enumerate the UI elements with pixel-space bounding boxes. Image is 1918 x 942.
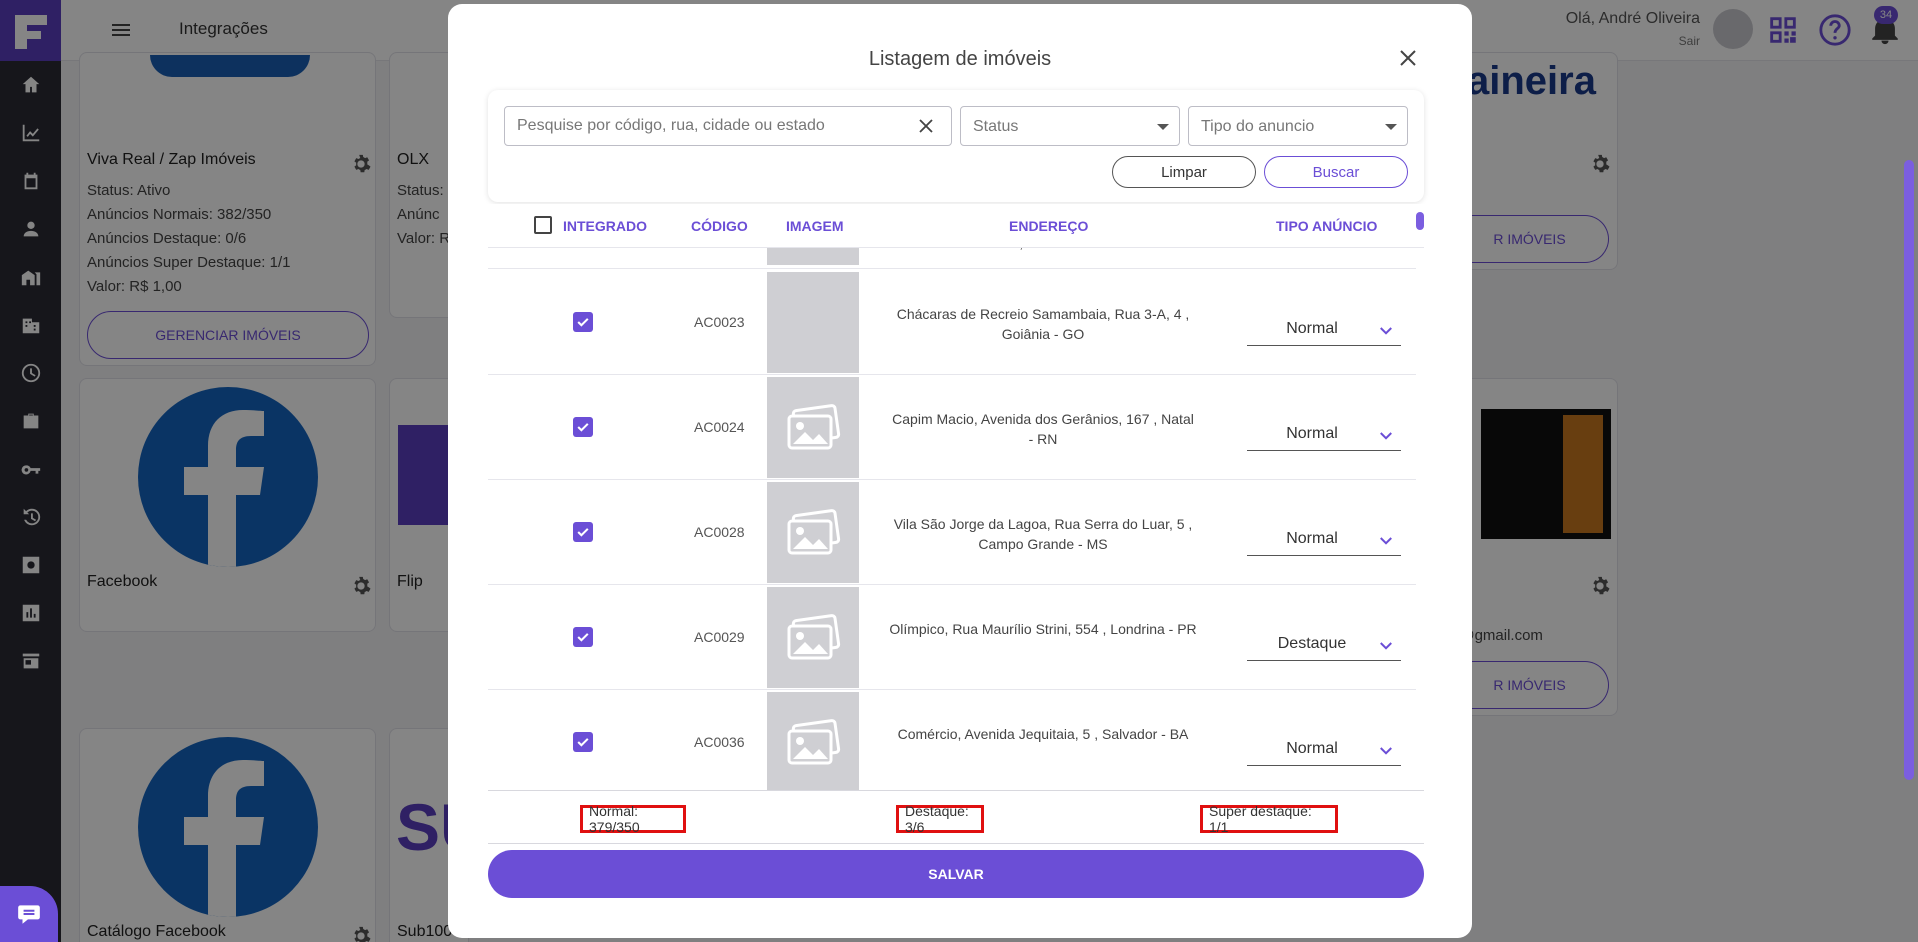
column-header-imagem[interactable]: IMAGEM [786,218,844,234]
chevron-down-icon [1380,327,1392,335]
table-scrollbar[interactable] [1416,212,1424,230]
property-table: INTEGRADO CÓDIGO IMAGEM ENDEREÇO TIPO AN… [488,204,1424,790]
integrated-checkbox[interactable] [573,732,593,752]
check-icon [577,738,589,747]
status-select-label: Status [973,118,1019,135]
check-icon [577,318,589,327]
ad-type-value: Normal [1286,740,1338,757]
search-field[interactable] [504,106,952,146]
ad-type-select[interactable]: Normal [1247,738,1401,766]
table-row: AC0029 Olímpico, Rua Maurílio Strini, 554… [488,585,1416,690]
clear-filters-button[interactable]: Limpar [1112,156,1256,188]
dropdown-caret-icon [1385,124,1397,130]
ad-type-value: Normal [1286,530,1338,547]
modal-title: Listagem de imóveis [868,48,1052,70]
property-image [767,692,859,790]
table-row: AC0028 Vila São Jorge da Lagoa, Rua Serra… [488,480,1416,585]
chat-button[interactable] [0,886,58,942]
property-address: Olímpico, Rua Maurílio Strini, 554 , Lon… [889,621,1197,637]
column-header-tipo-anuncio[interactable]: TIPO ANÚNCIO [1276,218,1377,234]
image-placeholder-icon [787,508,841,554]
property-code: AC0024 [694,419,745,435]
image-placeholder-icon [787,403,841,449]
check-icon [577,423,589,432]
ad-type-select[interactable]: Normal [1247,528,1401,556]
property-list-modal: Listagem de imóveis Status Tipo do anunc… [448,4,1472,938]
property-code: AC0036 [694,734,745,750]
super-destaque-quota: Super destaque: 1/1 [1200,803,1338,835]
ad-type-select[interactable]: Normal [1247,318,1401,346]
property-image [767,482,859,583]
ad-quota-summary: Normal: 379/350 Destaque: 3/6 Super dest… [488,790,1424,844]
table-row: AC0023 Chácaras de Recreio Samambaia, Rua… [488,270,1416,375]
property-address: Chácaras de Recreio Samambaia, Rua 3-A, … [896,306,1190,342]
check-icon [577,528,589,537]
property-address: Comércio, Avenida Jequitaia, 5 , Salvado… [897,726,1189,742]
ad-type-select[interactable]: Normal [1247,423,1401,451]
column-header-codigo[interactable]: CÓDIGO [691,218,748,234]
chevron-down-icon [1380,642,1392,650]
search-button[interactable]: Buscar [1264,156,1408,188]
image-placeholder-icon [787,613,841,659]
save-button[interactable]: SALVAR [488,850,1424,898]
property-code: AC0023 [694,314,745,330]
chevron-down-icon [1380,537,1392,545]
chevron-down-icon [1380,432,1392,440]
close-icon[interactable] [1396,46,1420,70]
integrated-checkbox[interactable] [573,417,593,437]
column-header-endereco[interactable]: ENDEREÇO [1009,218,1088,234]
status-select[interactable]: Status [960,106,1180,146]
search-input[interactable] [517,107,897,145]
check-icon [577,633,589,642]
ad-type-select[interactable]: Tipo do anuncio [1188,106,1408,146]
property-address: Vila São Jorge da Lagoa, Rua Serra do Lu… [893,516,1193,552]
column-header-integrado[interactable]: INTEGRADO [563,218,647,234]
normal-quota: Normal: 379/350 [580,803,686,835]
dropdown-caret-icon [1157,124,1169,130]
clear-search-icon[interactable] [917,117,935,135]
integrated-checkbox[interactable] [573,627,593,647]
page-scrollbar[interactable] [1904,160,1914,780]
property-image [767,587,859,688]
property-code: AC0029 [694,629,745,645]
property-image [767,272,859,373]
ad-type-select-label: Tipo do anuncio [1201,118,1315,135]
property-code: AC0028 [694,524,745,540]
integrated-checkbox[interactable] [573,522,593,542]
table-header: INTEGRADO CÓDIGO IMAGEM ENDEREÇO TIPO AN… [488,204,1424,248]
destaque-quota: Destaque: 3/6 [896,803,984,835]
ad-type-value: Destaque [1277,635,1347,652]
property-address: Capim Macio, Avenida dos Gerânios, 167 ,… [892,411,1194,447]
table-row: AC0036 Comércio, Avenida Jequitaia, 5 , S… [488,690,1416,790]
chat-icon [18,905,40,924]
select-all-checkbox[interactable] [534,216,552,234]
ad-type-value: Normal [1286,425,1338,442]
image-placeholder-icon [787,718,841,764]
filter-panel: Status Tipo do anuncio Limpar Buscar [488,90,1424,202]
integrated-checkbox[interactable] [573,312,593,332]
property-image [767,377,859,478]
ad-type-select[interactable]: Destaque [1247,633,1401,661]
chevron-down-icon [1380,747,1392,755]
ad-type-value: Normal [1286,320,1338,337]
table-row: AC0024 Capim Macio, Avenida dos Gerânios,… [488,375,1416,480]
